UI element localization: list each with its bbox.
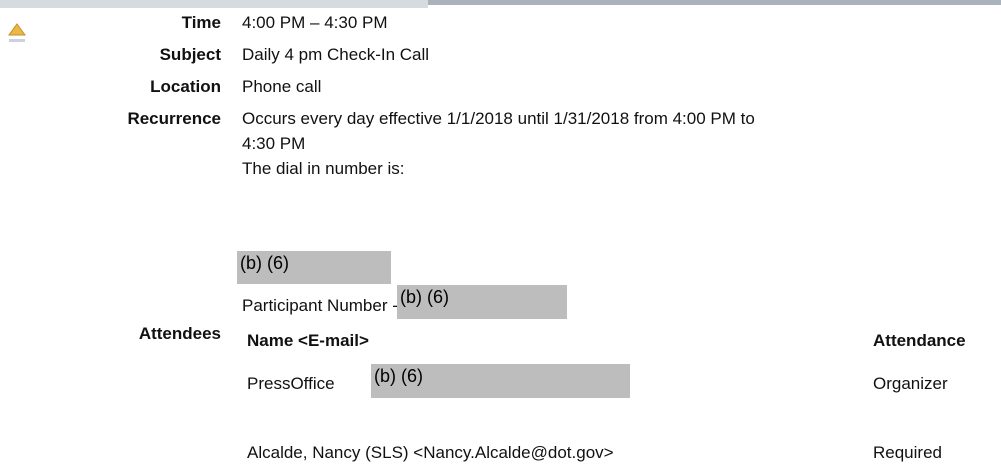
recurrence-label: Recurrence — [127, 109, 221, 128]
attendance-value: Organizer — [873, 374, 948, 393]
redaction-box-dial-number: (b) (6) — [237, 251, 391, 284]
subject-label: Subject — [159, 45, 221, 64]
column-header-name: Name <E-mail> — [247, 331, 369, 350]
location-label: Location — [150, 77, 221, 96]
attendance-value: Required — [873, 443, 942, 462]
recurrence-line-1: Occurs every day effective 1/1/2018 unti… — [242, 109, 755, 128]
subject-value: Daily 4 pm Check-In Call — [242, 45, 430, 64]
time-label: Time — [181, 13, 221, 32]
column-header-attendance: Attendance — [873, 331, 966, 350]
redaction-box-participant-number: (b) (6) — [397, 285, 567, 319]
triangle-up-icon[interactable] — [8, 22, 26, 44]
redaction-box-organizer-email: (b) (6) — [371, 364, 630, 398]
recurrence-line-2: 4:30 PM — [242, 134, 306, 153]
participant-number-label: Participant Number - — [242, 296, 398, 315]
dial-in-text: The dial in number is: — [242, 159, 405, 178]
location-value: Phone call — [242, 77, 322, 96]
attendee-name: Alcalde, Nancy (SLS) <Nancy.Alcalde@dot.… — [247, 443, 614, 462]
time-value: 4:00 PM – 4:30 PM — [242, 13, 388, 32]
attendees-label: Attendees — [138, 324, 221, 343]
attendee-name: PressOffice — [247, 374, 335, 393]
header-divider-highlight — [0, 0, 428, 8]
